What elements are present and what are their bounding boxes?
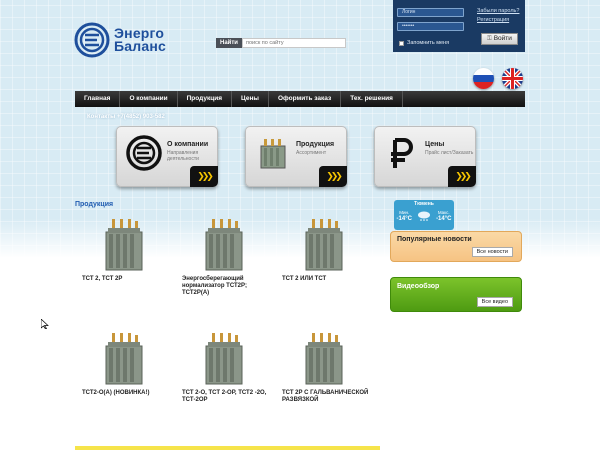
password-field[interactable]: ••••••• [397,22,464,31]
product-name[interactable]: ТСТ2-О(А) (НОВИНКА!) [82,390,172,397]
weather-min-temp: -14°C [396,216,412,222]
nav-home[interactable]: Главная [75,91,121,107]
product-name[interactable]: ТСТ 2Р С ГАЛЬВАНИЧЕСКОЙ РАЗВЯЗКОЙ [282,390,372,404]
weather-min: Мин. -14°C [397,210,412,222]
product-name[interactable]: ТСТ 2, ТСТ 2Р [82,276,172,283]
weather-widget: Тюмень Мин. -14°C Макс. -14°C [394,200,454,230]
product-name[interactable]: ТСТ 2-О, ТСТ 2-ОР, ТСТ2 -2О, ТСТ-2ОР [182,390,272,404]
ruble-icon [391,138,413,168]
transformer-image [305,333,343,385]
forgot-password-link[interactable]: Забыли пароль? [477,8,519,14]
weather-city: Тюмень [414,201,434,207]
card-about[interactable]: О компании Направления деятельности ❯❯❯ [116,126,218,187]
card-products[interactable]: Продукция Ассортимент ❯❯❯ [245,126,347,187]
weather-max-temp: -14°C [436,216,452,222]
transformer-image [105,333,143,385]
nav-products[interactable]: Продукция [178,91,233,107]
video-review-widget: Видеообзор Все видео [390,277,522,312]
search-input[interactable] [242,38,346,48]
flag-russia-icon[interactable] [473,68,494,89]
all-news-button[interactable]: Все новости [471,247,513,257]
weather-max: Макс. -14°C [436,210,451,222]
site-logo[interactable]: Энерго Баланс [74,22,166,58]
card-prices[interactable]: Цены Прайс лист/Заказать ❯❯❯ [374,126,476,187]
nav-tech-solutions[interactable]: Тех. решения [341,91,403,107]
key-icon: ⚿ [487,36,492,42]
login-button-label: Войти [493,35,512,42]
energo-balance-logo-icon [74,22,110,58]
popular-news-widget: Популярные новости Все новости [390,231,522,262]
transformer-icon [260,139,286,169]
main-nav: Главная О компании Продукция Цены Оформи… [75,91,525,107]
nav-prices[interactable]: Цены [232,91,269,107]
remember-me[interactable]: Запомнить меня [399,40,449,46]
logo-line-2: Баланс [114,38,166,54]
nav-about[interactable]: О компании [120,91,178,107]
transformer-image [305,219,343,271]
all-videos-button[interactable]: Все видео [476,297,513,307]
product-name[interactable]: Энергосберегающий нормализатор ТСТ2Р; ТС… [182,276,272,297]
search-bar: Найти [216,38,346,48]
register-link[interactable]: Регистрация [477,17,509,23]
transformer-image [105,219,143,271]
logo-text: Энерго Баланс [114,26,166,54]
login-button[interactable]: ⚿ Войти [481,33,518,45]
product-name[interactable]: ТСТ 2 ИЛИ ТСТ [282,276,372,283]
card-about-arrow-icon[interactable]: ❯❯❯ [190,166,218,187]
card-products-title: Продукция [296,141,335,148]
login-field[interactable]: Логин [397,8,464,17]
flag-uk-icon[interactable] [502,68,523,89]
card-prices-arrow-icon[interactable]: ❯❯❯ [448,166,476,187]
company-logo-icon [126,135,162,171]
products-section-title: Продукция [75,201,114,208]
nav-order[interactable]: Оформить заказ [269,91,342,107]
card-about-title: О компании [167,141,209,148]
card-products-arrow-icon[interactable]: ❯❯❯ [319,166,347,187]
card-prices-title: Цены [425,141,445,148]
card-about-subtitle: Направления деятельности [167,150,199,162]
snow-cloud-icon [418,211,430,221]
remember-label: Запомнить меня [407,40,450,46]
card-products-subtitle: Ассортимент [296,150,327,156]
card-prices-subtitle: Прайс лист/Заказать [425,150,474,156]
contacts-phone: Контакты +7(4852) 903-582 [87,114,165,120]
video-review-title: Видеообзор [397,283,440,290]
weather-row: Мин. -14°C Макс. -14°C [394,210,454,222]
popular-news-title: Популярные новости [397,236,472,243]
footer-divider [75,446,380,450]
transformer-image [205,333,243,385]
remember-checkbox[interactable] [399,40,404,46]
mouse-cursor-icon [41,319,49,329]
search-button[interactable]: Найти [216,38,242,48]
transformer-image [205,219,243,271]
